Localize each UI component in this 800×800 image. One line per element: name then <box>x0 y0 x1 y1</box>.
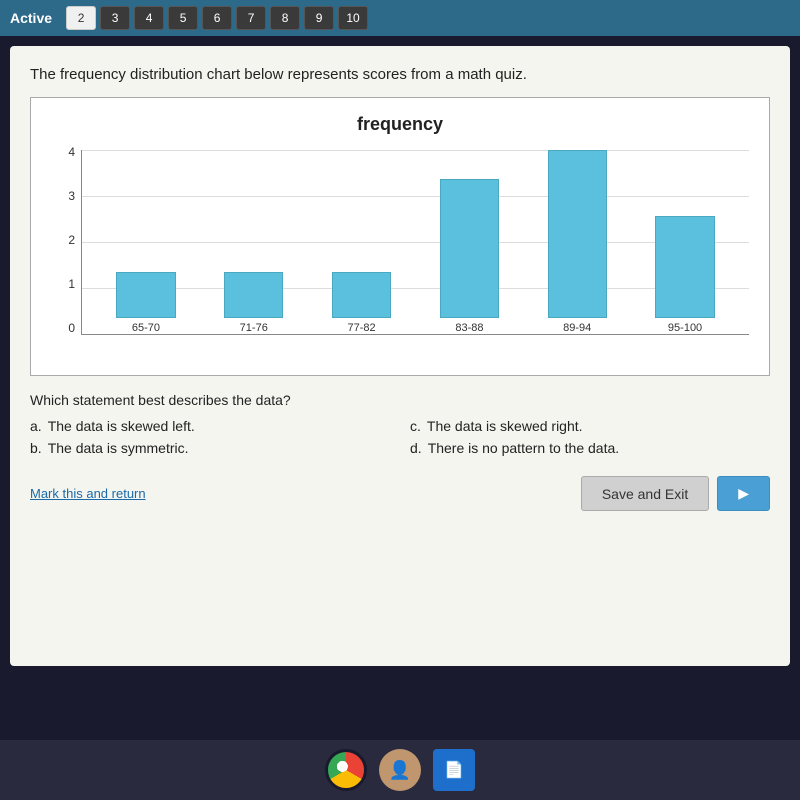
answer-d-label: d. <box>410 440 422 456</box>
bar-65-70 <box>116 272 175 318</box>
answer-b-text: The data is symmetric. <box>48 440 189 456</box>
bar-group-77-82: 77-82 <box>308 150 416 334</box>
answer-a-label: a. <box>30 418 42 434</box>
chart-area: 0 1 2 3 4 65-70 71-76 77-82 <box>51 145 749 365</box>
answer-c-label: c. <box>410 418 421 434</box>
main-content: The frequency distribution chart below r… <box>10 46 790 666</box>
tab-8[interactable]: 8 <box>270 6 300 30</box>
bar-83-88 <box>440 179 499 318</box>
answer-b-row: b. The data is symmetric. <box>30 440 390 456</box>
top-bar: Active 2 3 4 5 6 7 8 9 10 <box>0 0 800 36</box>
y-label-3: 3 <box>68 189 75 203</box>
chart-container: frequency 0 1 2 3 4 65-70 71-76 <box>30 97 770 376</box>
bottom-actions: Mark this and return Save and Exit ▶ <box>30 476 770 511</box>
tab-10[interactable]: 10 <box>338 6 368 30</box>
y-label-2: 2 <box>68 233 75 247</box>
answer-b-label: b. <box>30 440 42 456</box>
taskbar: 👤 📄 <box>0 740 800 800</box>
answer-d-text: There is no pattern to the data. <box>428 440 619 456</box>
user-icon[interactable]: 👤 <box>379 749 421 791</box>
answer-a-row: a. The data is skewed left. <box>30 418 390 434</box>
bar-77-82 <box>332 272 391 318</box>
action-buttons: Save and Exit ▶ <box>581 476 770 511</box>
bar-label-77-82: 77-82 <box>348 322 376 334</box>
bar-group-71-76: 71-76 <box>200 150 308 334</box>
answers: a. The data is skewed left. c. The data … <box>30 418 770 456</box>
y-label-1: 1 <box>68 277 75 291</box>
bar-89-94 <box>548 150 607 318</box>
tab-3[interactable]: 3 <box>100 6 130 30</box>
tab-6[interactable]: 6 <box>202 6 232 30</box>
tab-7[interactable]: 7 <box>236 6 266 30</box>
bar-group-89-94: 89-94 <box>523 150 631 334</box>
bar-71-76 <box>224 272 283 318</box>
bar-label-83-88: 83-88 <box>455 322 483 334</box>
chrome-icon[interactable] <box>325 749 367 791</box>
bar-95-100 <box>655 216 714 318</box>
answer-c-text: The data is skewed right. <box>427 418 583 434</box>
bars-wrapper: 65-70 71-76 77-82 83-88 89-94 <box>81 150 749 335</box>
chart-title: frequency <box>51 114 749 135</box>
tab-5[interactable]: 5 <box>168 6 198 30</box>
y-label-0: 0 <box>68 321 75 335</box>
active-label: Active <box>10 10 52 26</box>
docs-icon[interactable]: 📄 <box>433 749 475 791</box>
bar-label-95-100: 95-100 <box>668 322 702 334</box>
tab-2[interactable]: 2 <box>66 6 96 30</box>
answer-a-text: The data is skewed left. <box>48 418 195 434</box>
bar-group-95-100: 95-100 <box>631 150 739 334</box>
bar-label-89-94: 89-94 <box>563 322 591 334</box>
answer-c-row: c. The data is skewed right. <box>410 418 770 434</box>
bar-label-71-76: 71-76 <box>240 322 268 334</box>
question-prompt: Which statement best describes the data? <box>30 392 770 408</box>
next-button[interactable]: ▶ <box>717 476 770 511</box>
tab-4[interactable]: 4 <box>134 6 164 30</box>
bar-label-65-70: 65-70 <box>132 322 160 334</box>
tab-9[interactable]: 9 <box>304 6 334 30</box>
answer-d-row: d. There is no pattern to the data. <box>410 440 770 456</box>
bar-group-83-88: 83-88 <box>415 150 523 334</box>
question-text: The frequency distribution chart below r… <box>30 66 770 83</box>
y-axis: 0 1 2 3 4 <box>51 145 79 335</box>
save-exit-button[interactable]: Save and Exit <box>581 476 709 511</box>
mark-return-button[interactable]: Mark this and return <box>30 486 146 501</box>
bar-group-65-70: 65-70 <box>92 150 200 334</box>
y-label-4: 4 <box>68 145 75 159</box>
